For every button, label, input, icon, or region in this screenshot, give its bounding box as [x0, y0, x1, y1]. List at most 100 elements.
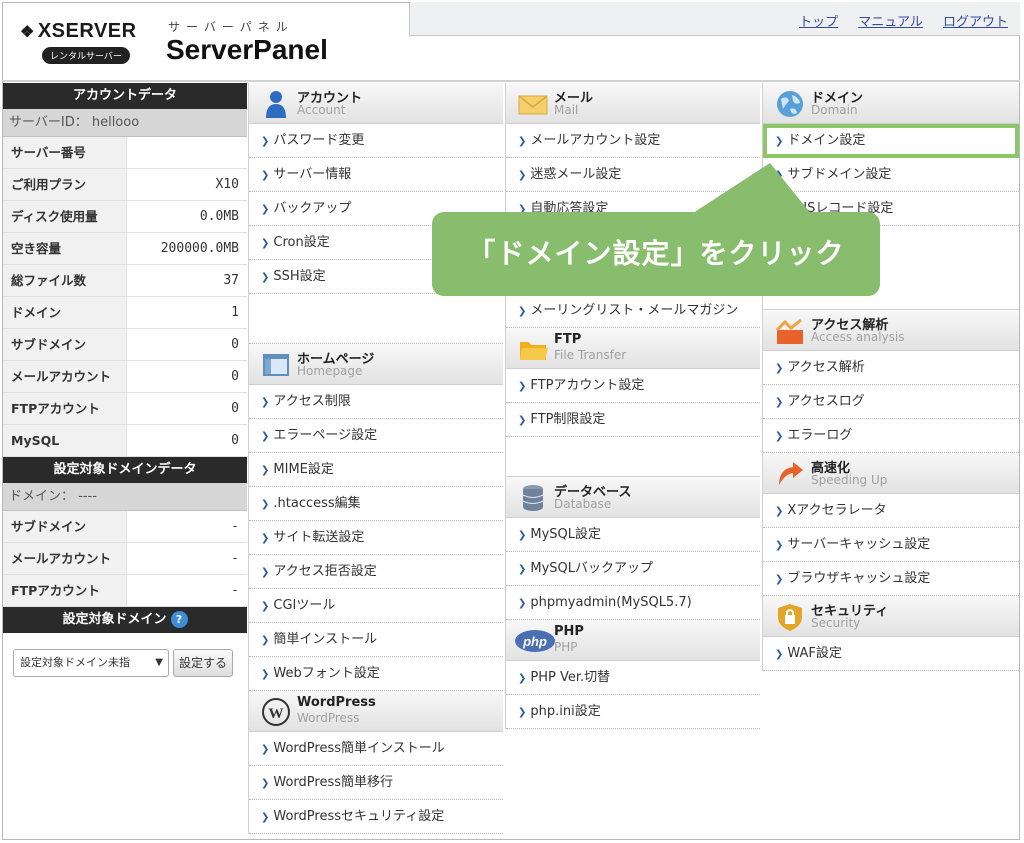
- section-security: セキュリティ Security: [763, 596, 1019, 637]
- section-homepage: ホームページ Homepage: [249, 344, 503, 385]
- menu-item[interactable]: ❯ WordPressセキュリティ設定: [249, 800, 503, 834]
- top-bar: トップ マニュアル ログアウト: [409, 2, 1020, 36]
- menu-item[interactable]: ❯ WordPress簡単インストール: [249, 732, 503, 766]
- domain-data-header: 設定対象ドメインデータ: [3, 457, 247, 483]
- section-subtitle: Homepage: [297, 364, 363, 378]
- section-php: php PHP PHP: [506, 620, 760, 661]
- section-speed: 高速化 Speeding Up: [763, 453, 1019, 494]
- account-data-row: ディスク使用量 0.0MB: [3, 201, 247, 233]
- target-domain-select[interactable]: 設定対象ドメイン未指 ▼: [13, 649, 169, 677]
- domain-data-row: メールアカウント -: [3, 543, 247, 575]
- menu-item-label: MySQLバックアップ: [530, 561, 654, 576]
- top-link[interactable]: トップ: [799, 15, 838, 30]
- menu-item-label: WAF設定: [787, 646, 842, 661]
- menu-item[interactable]: ❯ サーバーキャッシュ設定: [763, 528, 1019, 562]
- menu-item[interactable]: ❯ 簡単インストール: [249, 623, 503, 657]
- row-value: 0: [231, 369, 239, 384]
- menu-item[interactable]: ❯ MIME設定: [249, 453, 503, 487]
- chevron-right-icon: ❯: [261, 272, 270, 283]
- menu-item[interactable]: ❯ MySQL設定: [506, 518, 760, 552]
- account-data-row: ドメイン 1: [3, 297, 247, 329]
- logout-link[interactable]: ログアウト: [943, 15, 1008, 30]
- chevron-right-icon: ❯: [261, 238, 270, 249]
- help-icon[interactable]: ?: [170, 611, 188, 628]
- chevron-right-icon: ❯: [261, 744, 270, 755]
- chevron-right-icon: ❯: [775, 363, 784, 374]
- chevron-right-icon: ❯: [261, 533, 270, 544]
- menu-item[interactable]: ❯ MySQLバックアップ: [506, 552, 760, 586]
- menu-item[interactable]: ❯ 迷惑メール設定: [506, 158, 760, 192]
- chevron-right-icon: ❯: [261, 136, 270, 147]
- svg-text:php: php: [522, 634, 547, 649]
- section-title: WordPress: [297, 695, 376, 710]
- menu-item[interactable]: ❯ アクセスログ: [763, 385, 1019, 419]
- menu-item[interactable]: ❯ アクセス解析: [763, 351, 1019, 385]
- menu-item-label: パスワード変更: [273, 133, 365, 148]
- manual-link[interactable]: マニュアル: [858, 15, 923, 30]
- menu-item-label: サーバーキャッシュ設定: [787, 537, 931, 552]
- row-value: X10: [215, 177, 239, 192]
- row-label: FTPアカウント: [3, 393, 127, 424]
- callout-instruction: 「ドメイン設定」をクリック: [432, 212, 880, 296]
- chevron-right-icon: ❯: [261, 567, 270, 578]
- section-title: PHP: [554, 624, 584, 639]
- menu-item[interactable]: ❯ WordPress簡単移行: [249, 766, 503, 800]
- menu-item[interactable]: ❯ メールアカウント設定: [506, 124, 760, 158]
- menu-item-label: phpmyadmin(MySQL5.7): [530, 595, 692, 610]
- menu-item[interactable]: ❯ エラーログ: [763, 419, 1019, 453]
- menu-item-label: アクセス制限: [273, 394, 351, 409]
- section-subtitle: PHP: [554, 640, 578, 654]
- menu-item[interactable]: ❯ FTP制限設定: [506, 403, 760, 437]
- chevron-right-icon: ❯: [775, 431, 784, 442]
- set-domain-button[interactable]: 設定する: [173, 649, 234, 677]
- row-label: FTPアカウント: [3, 575, 127, 606]
- row-label: 総ファイル数: [3, 265, 127, 296]
- target-domain-header: 設定対象ドメイン?: [3, 607, 247, 633]
- section-subtitle: Mail: [554, 103, 579, 117]
- menu-item[interactable]: ❯ php.ini設定: [506, 695, 760, 729]
- wordpress-icon: W: [262, 698, 290, 726]
- xserver-logo[interactable]: ❖ XSERVER レンタルサーバー サーバーパネル ServerPanel: [20, 12, 350, 72]
- chevron-right-icon: ❯: [518, 564, 527, 575]
- chevron-right-icon: ❯: [261, 397, 270, 408]
- menu-item[interactable]: ❯ パスワード変更: [249, 124, 503, 158]
- row-value: -: [231, 519, 239, 534]
- menu-item[interactable]: ❯ WAF設定: [763, 637, 1019, 671]
- menu-item[interactable]: ❯ .htaccess編集: [249, 487, 503, 521]
- menu-item[interactable]: ❯ サブドメイン設定: [763, 158, 1019, 192]
- menu-item[interactable]: ❯ サイト転送設定: [249, 521, 503, 555]
- rental-server-badge: レンタルサーバー: [42, 47, 130, 64]
- menu-item[interactable]: ❯ phpmyadmin(MySQL5.7): [506, 586, 760, 620]
- menu-item[interactable]: ❯ PHP Ver.切替: [506, 661, 760, 695]
- section-subtitle: Database: [554, 497, 612, 511]
- chevron-right-icon: ❯: [518, 170, 527, 181]
- select-value: 設定対象ドメイン未指: [20, 656, 130, 669]
- section-mail: メール Mail: [506, 83, 760, 124]
- menu-item-label: 簡単インストール: [273, 632, 378, 647]
- menu-item-label: CGIツール: [273, 598, 336, 613]
- section-subtitle: File Transfer: [554, 348, 627, 362]
- menu-item[interactable]: ❯ メーリングリスト・メールマガジン: [506, 294, 760, 328]
- chevron-right-icon: ❯: [261, 170, 270, 181]
- menu-item-label: WordPress簡単移行: [273, 775, 394, 790]
- menu-item[interactable]: ❯ アクセス拒否設定: [249, 555, 503, 589]
- menu-item[interactable]: ❯ ドメイン設定: [763, 124, 1019, 158]
- menu-item[interactable]: ❯ Xアクセラレータ: [763, 494, 1019, 528]
- section-subtitle: Speeding Up: [811, 473, 888, 487]
- menu-item[interactable]: ❯ FTPアカウント設定: [506, 369, 760, 403]
- chevron-right-icon: ❯: [775, 506, 784, 517]
- chevron-right-icon: ❯: [518, 707, 527, 718]
- menu-item[interactable]: ❯ Webフォント設定: [249, 657, 503, 691]
- menu-item-label: アクセス拒否設定: [273, 564, 377, 579]
- menu-item[interactable]: ❯ ブラウザキャッシュ設定: [763, 562, 1019, 596]
- menu-item[interactable]: ❯ アクセス制限: [249, 385, 503, 419]
- menu-item-label: サブドメイン設定: [787, 167, 892, 182]
- menu-item-label: WordPressセキュリティ設定: [273, 809, 445, 824]
- menu-item[interactable]: ❯ サーバー情報: [249, 158, 503, 192]
- chevron-right-icon: ❯: [518, 136, 527, 147]
- menu-item[interactable]: ❯ CGIツール: [249, 589, 503, 623]
- menu-item[interactable]: ❯ エラーページ設定: [249, 419, 503, 453]
- row-value: 1: [231, 305, 239, 320]
- row-label: 空き容量: [3, 233, 127, 264]
- chevron-right-icon: ❯: [518, 306, 527, 317]
